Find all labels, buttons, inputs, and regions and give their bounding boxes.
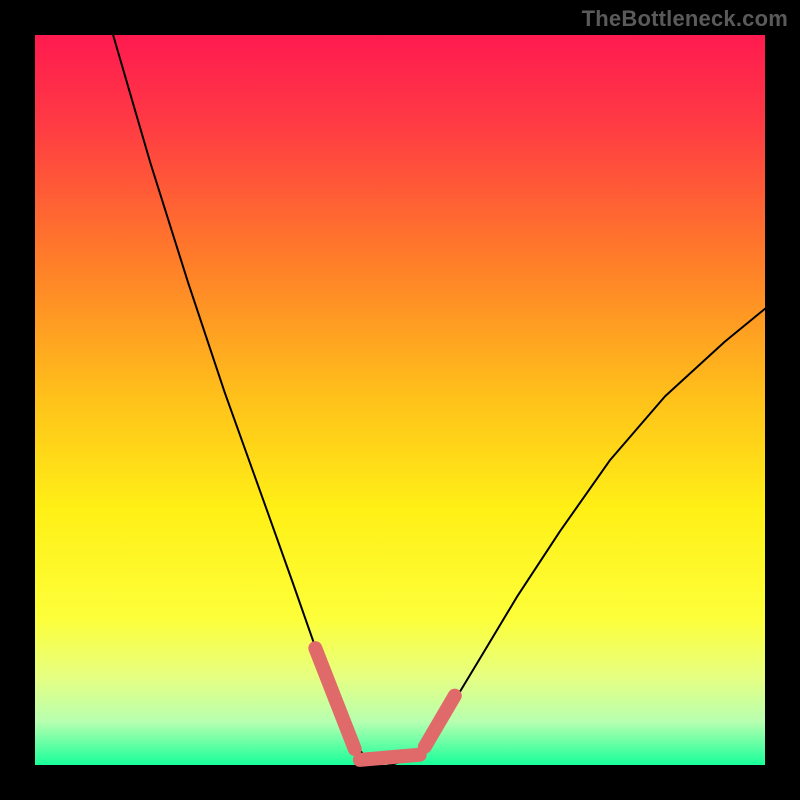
chart-frame: TheBottleneck.com (0, 0, 800, 800)
series-marker-segment-bottom (360, 755, 420, 760)
bottleneck-chart (0, 0, 800, 800)
watermark-text: TheBottleneck.com (582, 6, 788, 32)
